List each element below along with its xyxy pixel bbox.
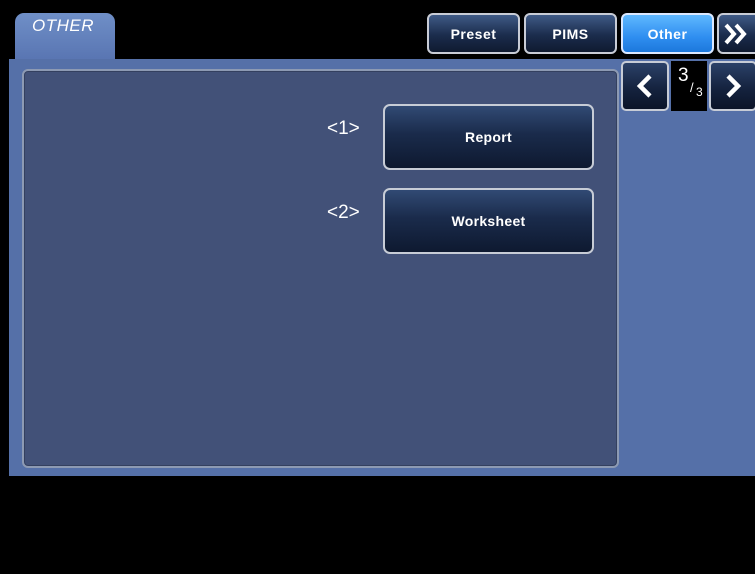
next-page-button[interactable] — [709, 61, 755, 111]
page-indicator: 3 / 3 — [671, 61, 707, 111]
chevron-right-icon — [726, 74, 742, 98]
page-navigator: 3 / 3 — [621, 61, 755, 113]
section-title: OTHER — [32, 16, 94, 35]
tab-other[interactable]: Other — [621, 13, 714, 54]
more-tabs-button[interactable] — [717, 13, 755, 54]
options-panel: <1> Report <2> Worksheet — [22, 69, 619, 468]
item-index-1: <1> — [327, 118, 360, 139]
total-pages: 3 — [696, 85, 703, 99]
current-page: 3 — [678, 65, 689, 86]
tab-pims[interactable]: PIMS — [524, 13, 617, 54]
page-separator: / — [690, 80, 694, 95]
header-bar: OTHER Preset PIMS Other — [0, 0, 755, 60]
report-button[interactable]: Report — [383, 104, 594, 170]
section-title-tab: OTHER — [15, 13, 115, 60]
worksheet-button[interactable]: Worksheet — [383, 188, 594, 254]
chevron-left-icon — [636, 74, 652, 98]
double-chevron-right-icon — [724, 23, 747, 44]
tab-preset[interactable]: Preset — [427, 13, 520, 54]
footer-bar — [0, 476, 755, 574]
item-index-2: <2> — [327, 202, 360, 223]
work-area: <1> Report <2> Worksheet 3 / 3 — [9, 59, 755, 476]
previous-page-button[interactable] — [621, 61, 669, 111]
